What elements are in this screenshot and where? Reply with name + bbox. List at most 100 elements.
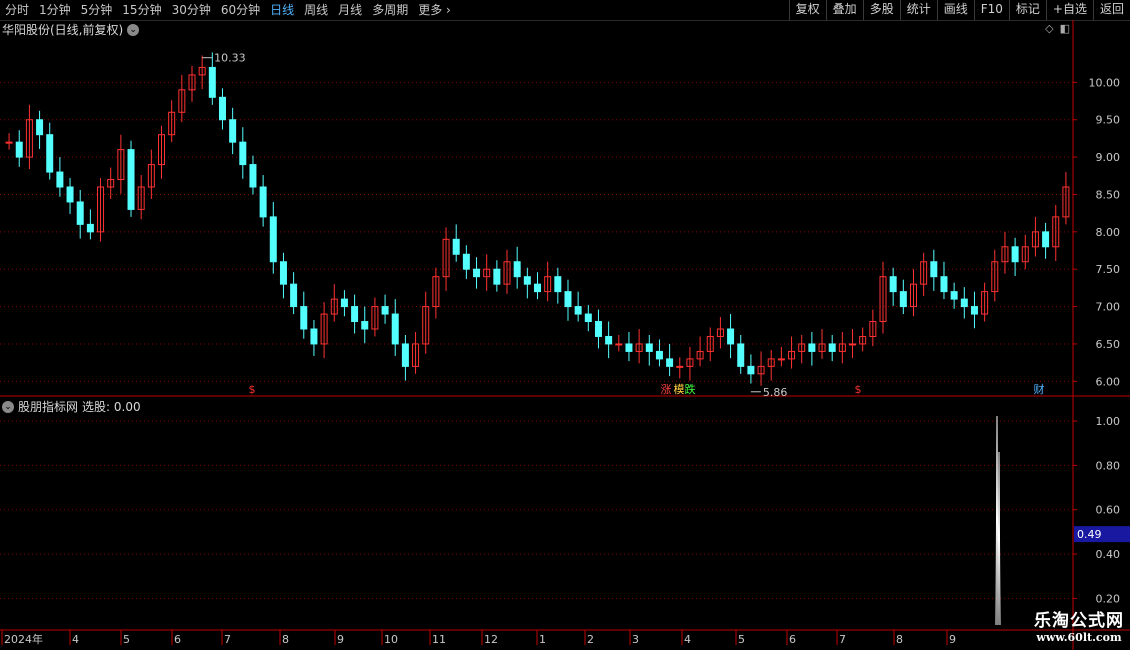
y-tick-label: 10.00: [1089, 76, 1121, 89]
stock-chart[interactable]: 10.00 9.50 9.00 8.50 8.00 7.50 7.00 6.50 6.00 10.…: [0, 0, 1130, 650]
x-tick-label: 2: [587, 633, 594, 646]
x-tick-label: 9: [337, 633, 344, 646]
candle-body: [218, 96, 226, 121]
candle-body: [645, 343, 653, 352]
candle-body: [493, 268, 501, 285]
candle-body: [15, 141, 23, 158]
x-tick-label: 7: [839, 633, 846, 646]
candle-body: [940, 276, 948, 293]
x-tick-label: 8: [282, 633, 289, 646]
candle-body: [127, 149, 135, 210]
candle-body: [46, 134, 54, 173]
candle-body: [56, 171, 64, 188]
candle-body: [300, 306, 308, 330]
candle-body: [747, 365, 755, 375]
candle-body: [970, 306, 978, 315]
candle-body: [351, 306, 359, 323]
candle-body: [554, 276, 562, 293]
candle-body: [564, 291, 572, 308]
watermark-url: www.60lt.com: [1036, 631, 1122, 644]
y-tick-label: 8.00: [1096, 226, 1121, 239]
indicator-spike: [995, 415, 1001, 626]
watermark-title: 乐淘公式网: [1034, 611, 1124, 631]
y-tick-label: 1.00: [1096, 415, 1121, 428]
candle-body: [605, 335, 613, 345]
candle-body: [5, 141, 13, 144]
candle-body: [828, 343, 836, 352]
y-tick-label: 0.60: [1096, 504, 1121, 517]
x-tick-label: 6: [174, 633, 181, 646]
x-tick-label: 2024年: [4, 632, 43, 646]
candle-body: [310, 328, 318, 345]
x-tick-label: 3: [632, 633, 639, 646]
candle-body: [229, 119, 237, 143]
y-tick-label: 8.50: [1096, 188, 1121, 201]
y-tick-label: 0.40: [1096, 548, 1121, 561]
current-value-label: 0.49: [1077, 528, 1102, 541]
candle-body: [1042, 231, 1050, 248]
marker-label: 模: [674, 383, 685, 396]
candle-body: [401, 343, 409, 367]
candle-body: [208, 66, 216, 98]
candle-body: [1011, 246, 1019, 263]
marker-label: $: [249, 383, 256, 396]
candle-body: [76, 201, 84, 225]
y-tick-label: 9.00: [1096, 151, 1121, 164]
candle-body: [655, 350, 663, 360]
candle-body: [340, 298, 348, 308]
candle-body: [534, 283, 541, 293]
candle-body: [259, 186, 267, 218]
y-tick-label: 9.50: [1096, 114, 1121, 127]
candle-body: [594, 321, 602, 337]
x-tick-label: 6: [789, 633, 796, 646]
candle-body: [615, 343, 623, 346]
x-tick-label: 5: [738, 633, 745, 646]
y-tick-label: 7.50: [1096, 263, 1121, 276]
candle-body: [36, 119, 44, 136]
candle-body: [950, 291, 958, 300]
x-tick-label: 5: [123, 633, 130, 646]
y-tick-label: 7.00: [1096, 301, 1121, 314]
y-tick-label: 0.20: [1096, 592, 1121, 605]
candle-body: [66, 186, 74, 203]
candle-body: [279, 261, 287, 285]
candle-body: [930, 261, 938, 278]
y-tick-label: 6.50: [1096, 338, 1121, 351]
watermark: 乐淘公式网 www.60lt.com: [1034, 606, 1124, 644]
candle-body: [849, 343, 857, 346]
candle-body: [290, 283, 298, 308]
x-tick-label: 10: [384, 633, 398, 646]
high-label: 10.33: [214, 52, 246, 65]
candle-body: [452, 238, 460, 255]
candle-body: [249, 164, 257, 188]
y-tick-label: 0.80: [1096, 459, 1121, 472]
candle-body: [960, 298, 968, 308]
candle-body: [473, 268, 481, 278]
candle-body: [86, 223, 94, 233]
candle-body: [584, 313, 592, 323]
candle-body: [737, 343, 745, 367]
candle-body: [523, 276, 531, 285]
candle-body: [269, 216, 277, 263]
x-tick-label: 8: [896, 633, 903, 646]
x-tick-label: 9: [949, 633, 956, 646]
candle-body: [808, 343, 816, 352]
x-tick-label: 11: [432, 633, 446, 646]
candle-body: [625, 343, 633, 352]
candle-body: [727, 328, 735, 345]
y-tick-label: 6.00: [1096, 375, 1121, 388]
candle-body: [889, 276, 897, 293]
low-label: 5.86: [763, 386, 788, 399]
candle-body: [239, 141, 247, 166]
marker-label: 跌: [685, 382, 696, 396]
candle-body: [462, 253, 470, 270]
candle-body: [513, 261, 521, 278]
x-tick-label: 7: [224, 633, 231, 646]
x-tick-label: 4: [684, 633, 691, 646]
x-tick-label: 12: [484, 633, 498, 646]
marker-label: $: [855, 383, 862, 396]
candle-body: [361, 321, 369, 330]
candle-body: [574, 306, 582, 315]
candle-body: [899, 291, 907, 308]
candle-body: [777, 358, 785, 361]
